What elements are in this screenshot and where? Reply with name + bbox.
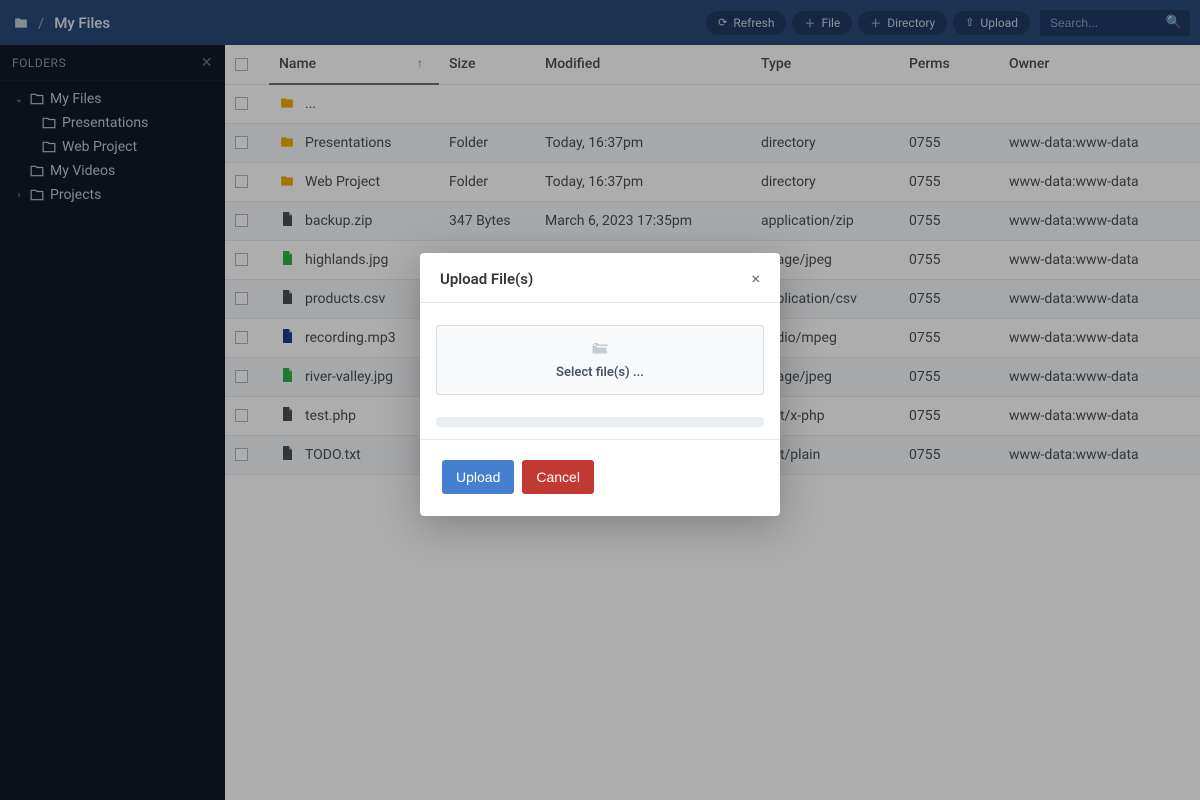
modal-footer: Upload Cancel <box>420 440 780 516</box>
folder-open-icon <box>589 340 611 361</box>
upload-progress <box>436 417 764 427</box>
upload-confirm-button[interactable]: Upload <box>442 460 514 494</box>
upload-modal: Upload File(s) × Select file(s) ... Uplo… <box>420 253 780 516</box>
close-icon[interactable]: × <box>751 269 760 288</box>
modal-body: Select file(s) ... <box>420 303 780 440</box>
cancel-button[interactable]: Cancel <box>522 460 594 494</box>
modal-title: Upload File(s) <box>440 270 533 288</box>
modal-header: Upload File(s) × <box>420 253 780 303</box>
file-dropzone[interactable]: Select file(s) ... <box>436 325 764 395</box>
dropzone-label: Select file(s) ... <box>556 365 644 380</box>
